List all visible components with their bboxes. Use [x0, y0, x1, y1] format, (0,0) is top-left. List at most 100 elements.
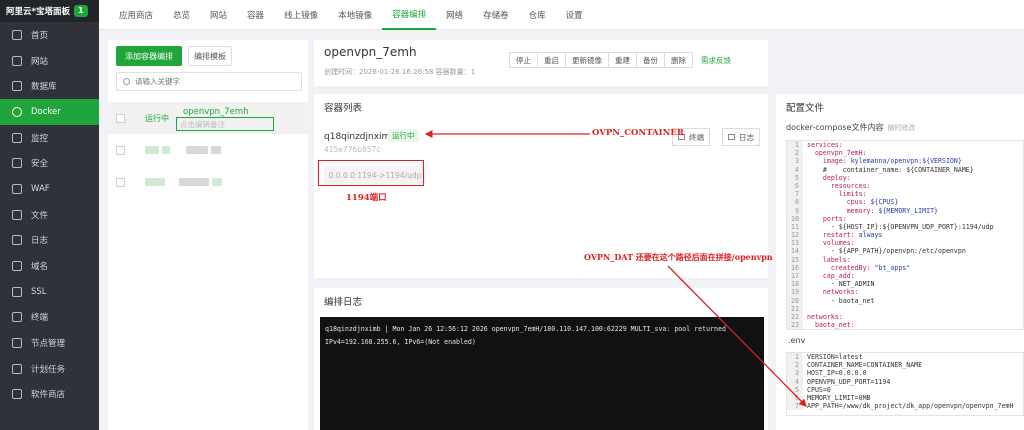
- tab-1[interactable]: 总览: [163, 0, 200, 30]
- sidebar-item-日志[interactable]: 日志: [0, 228, 99, 254]
- tab-0[interactable]: 应用商店: [99, 0, 163, 30]
- env-editor[interactable]: 1 VERSION=latest 2 CONTAINER_NAME=CONTAINER…: [786, 352, 1024, 416]
- tab-6[interactable]: 容器编排: [382, 0, 437, 30]
- search-input[interactable]: [135, 77, 295, 86]
- tab-4[interactable]: 线上镜像: [274, 0, 328, 30]
- container-list-panel: 容器列表 q18qinzdjnximb 运行中 415e776b857c 0.0…: [314, 94, 768, 278]
- code-line: 5 deploy:: [787, 173, 1023, 182]
- log-button[interactable]: 日志: [722, 128, 760, 146]
- sidebar-item-软件商店[interactable]: 软件商店: [0, 382, 99, 408]
- action-button-3[interactable]: 重建: [608, 52, 637, 68]
- code-line: 6 MEMORY_LIMIT=0MB: [787, 393, 1023, 403]
- compose-editor[interactable]: 1 services: 2 openvpn_7emH: 3 image: kylema…: [786, 140, 1024, 330]
- line-number: 17: [787, 272, 803, 281]
- code-line: 1 VERSION=latest: [787, 353, 1023, 362]
- sidebar-item-label: 域名: [31, 262, 49, 273]
- sidebar-item-label: 文件: [31, 210, 49, 221]
- log-terminal[interactable]: q18qinzdjnximb | Mon Jan 26 12:56:12 202…: [320, 317, 764, 430]
- code-line: 11 - ${HOST_IP}:${OPENVPN_UDP_PORT}:1194…: [787, 222, 1023, 232]
- action-button-1[interactable]: 重启: [537, 52, 566, 68]
- home-icon: [12, 29, 22, 40]
- feedback-link[interactable]: 需求反馈: [701, 52, 731, 68]
- sidebar-item-文件[interactable]: 文件: [0, 202, 99, 228]
- code-text: limits:: [838, 190, 867, 199]
- sidebar-item-waf[interactable]: WAF: [0, 176, 99, 202]
- blurred-name: [179, 178, 209, 186]
- code-line: 15 labels:: [787, 255, 1023, 264]
- tab-2[interactable]: 网站: [200, 0, 237, 30]
- code-line: 19 networks:: [787, 288, 1023, 297]
- website-icon: [12, 55, 22, 66]
- notification-badge[interactable]: 1: [73, 5, 88, 17]
- row-checkbox[interactable]: [116, 145, 125, 155]
- sidebar-item-首页[interactable]: 首页: [0, 22, 99, 48]
- sidebar-item-docker[interactable]: Docker: [0, 99, 99, 125]
- sidebar-item-数据库[interactable]: 数据库: [0, 73, 99, 99]
- code-line: 20 - baota_net: [787, 296, 1023, 305]
- log-line: IPv4=192.168.255.6, IPv6=(Not enabled): [325, 337, 476, 346]
- project-name[interactable]: openvpn_7emh: [183, 107, 249, 117]
- row-checkbox[interactable]: [116, 177, 125, 187]
- row-checkbox[interactable]: [116, 113, 125, 123]
- sidebar-item-计划任务[interactable]: 计划任务: [0, 356, 99, 382]
- line-number: 12: [787, 231, 803, 240]
- action-button-5[interactable]: 删除: [664, 52, 693, 68]
- env-label: .env: [788, 336, 806, 345]
- sidebar-item-网站[interactable]: 网站: [0, 48, 99, 74]
- search-box[interactable]: [116, 72, 302, 91]
- project-row-blurred[interactable]: [108, 134, 308, 166]
- action-button-0[interactable]: 停止: [509, 52, 538, 68]
- clock-icon: [12, 363, 22, 374]
- sidebar-item-label: WAF: [31, 183, 50, 194]
- code-text: CONTAINER_NAME=CONTAINER_NAME: [807, 361, 923, 370]
- code-line: 5 CPUS=0: [787, 385, 1023, 394]
- compose-template-button[interactable]: 编排模板: [188, 46, 232, 66]
- code-text: image: kylemanna/openvpn:${VERSION}: [822, 157, 962, 166]
- add-compose-button[interactable]: 添加容器编排: [116, 46, 182, 66]
- code-text: APP_PATH=/www/dk_project/dk_app/openvpn/…: [807, 402, 1014, 411]
- tab-7[interactable]: 网络: [436, 0, 473, 30]
- code-line: 3 image: kylemanna/openvpn:${VERSION}: [787, 157, 1023, 166]
- sidebar-item-label: 节点管理: [31, 339, 66, 350]
- brand: 阿里云*宝塔面板 1: [0, 0, 99, 22]
- action-button-2[interactable]: 更新镜像: [565, 52, 609, 68]
- tab-10[interactable]: 设置: [556, 0, 593, 30]
- line-number: 9: [787, 206, 803, 215]
- remark-input[interactable]: 点击编辑备注: [176, 117, 274, 131]
- code-line: 14 - ${APP_PATH}/openvpn:/etc/openvpn: [787, 247, 1023, 256]
- code-line: 12 restart: always: [787, 231, 1023, 240]
- tab-3[interactable]: 容器: [237, 0, 274, 30]
- code-text: memory: ${MEMORY_LIMIT}: [846, 206, 939, 215]
- code-line: 4 OPENVPN_UDP_PORT=1194: [787, 377, 1023, 386]
- code-line: 8 cpus: ${CPUS}: [787, 198, 1023, 207]
- compose-label-text: docker-compose文件内容: [786, 123, 884, 132]
- monitor-icon: [12, 132, 22, 143]
- line-number: 21: [787, 304, 803, 313]
- tab-5[interactable]: 本地镜像: [328, 0, 382, 30]
- tab-8[interactable]: 存储卷: [473, 0, 519, 30]
- sidebar-item-监控[interactable]: 监控: [0, 125, 99, 151]
- line-number: 18: [787, 280, 803, 289]
- sidebar-item-label: 安全: [31, 159, 49, 170]
- code-text: deploy:: [822, 173, 851, 182]
- domain-icon: [12, 261, 22, 272]
- line-number: 11: [787, 222, 803, 232]
- project-actions: 停止 重启 更新镜像 重建 备份 删除 需求反馈: [509, 52, 731, 68]
- code-line: 6 resources:: [787, 181, 1023, 191]
- sidebar-item-label: 网站: [31, 56, 49, 67]
- brand-title: 阿里云*宝塔面板: [6, 7, 70, 17]
- sidebar-item-label: 监控: [31, 133, 49, 144]
- sidebar-item-安全[interactable]: 安全: [0, 150, 99, 176]
- code-text: OPENVPN_UDP_PORT=1194: [807, 377, 891, 386]
- sidebar-item-ssl[interactable]: SSL: [0, 279, 99, 305]
- sidebar-item-节点管理[interactable]: 节点管理: [0, 330, 99, 356]
- store-icon: [12, 389, 22, 400]
- sidebar-item-域名[interactable]: 域名: [0, 253, 99, 279]
- tab-9[interactable]: 仓库: [519, 0, 556, 30]
- compose-label: docker-compose文件内容 随时修改: [786, 122, 915, 133]
- code-line: 21: [787, 304, 1023, 313]
- project-row-blurred[interactable]: [108, 166, 308, 198]
- action-button-4[interactable]: 备份: [636, 52, 665, 68]
- sidebar-item-终端[interactable]: 终端: [0, 305, 99, 331]
- project-status: 运行中: [145, 113, 169, 123]
